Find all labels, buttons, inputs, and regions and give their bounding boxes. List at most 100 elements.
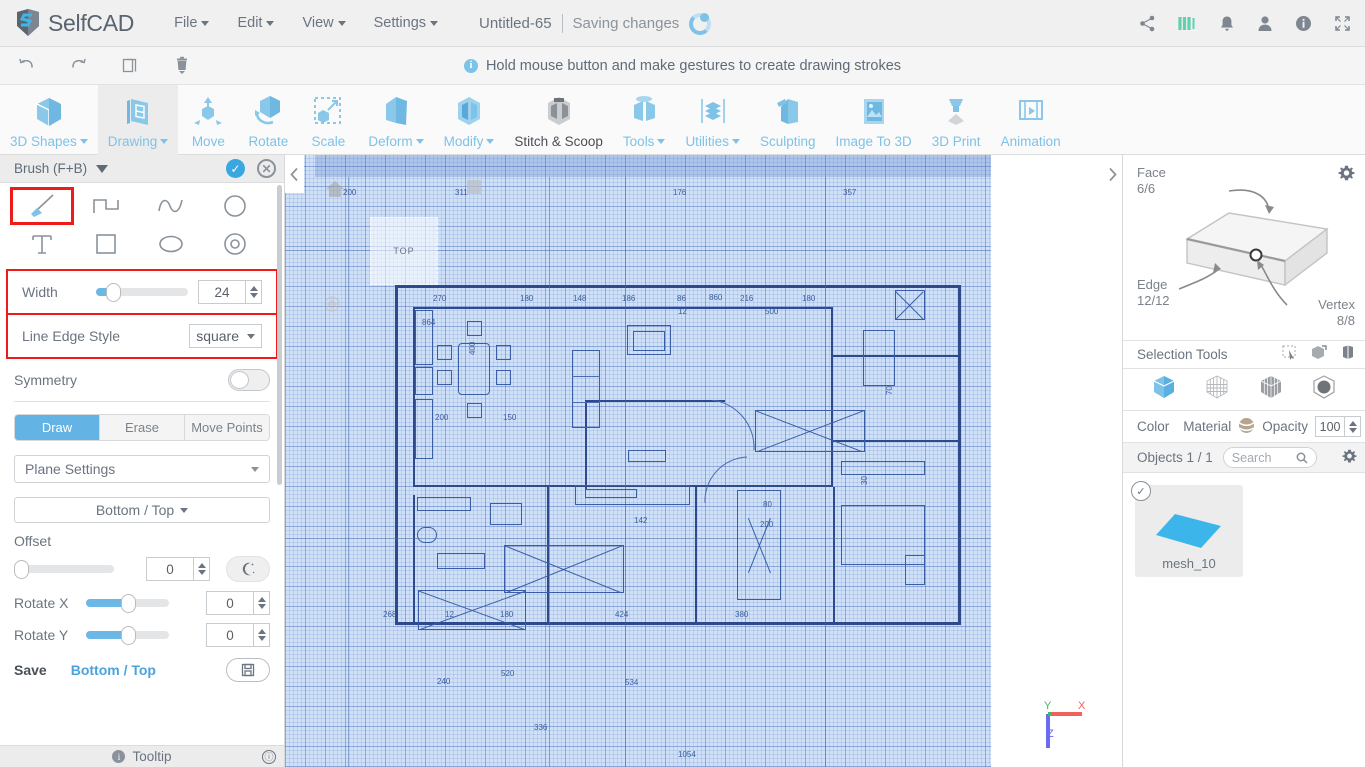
fullscreen-icon[interactable] [1334, 15, 1351, 32]
redo-button[interactable] [52, 47, 104, 85]
tooltip-toggle-button[interactable]: ⓘ [262, 749, 276, 764]
rotate-x-input[interactable]: 0 [206, 591, 254, 615]
grid-gizmo-icon[interactable] [323, 295, 341, 318]
share-icon[interactable] [1139, 15, 1156, 32]
plane-select-button[interactable]: Bottom / Top [14, 497, 270, 523]
x-axis-label: X [1078, 700, 1086, 712]
rotate-y-spinner[interactable] [254, 623, 270, 647]
line-edge-style-select[interactable]: square [189, 324, 262, 348]
tool-scale[interactable]: Scale [298, 85, 358, 155]
tool-drawing[interactable]: Drawing [97, 85, 179, 155]
curve-tool[interactable] [139, 187, 203, 225]
rotate-y-slider[interactable] [86, 626, 170, 645]
app-logo[interactable]: SelfCAD [14, 8, 134, 38]
rotate-x-stepper[interactable]: 0 [206, 591, 270, 615]
plane-reference-marker[interactable]: TOP [370, 217, 438, 285]
width-spinner[interactable] [246, 280, 262, 304]
sphere-material-icon[interactable] [1238, 417, 1255, 437]
furniture-toilet [417, 527, 437, 543]
tool-stitch-scoop[interactable]: Stitch & Scoop [504, 85, 613, 155]
objects-search-input[interactable]: Search [1222, 447, 1317, 468]
box-select-icon[interactable] [1311, 344, 1327, 365]
document-title[interactable]: Untitled-65 [479, 15, 552, 32]
width-slider[interactable] [95, 283, 188, 302]
offset-input[interactable]: 0 [146, 557, 194, 581]
viewport-3d[interactable]: 200 311 176 357 860 270 180 148 186 86 2… [285, 155, 1122, 767]
close-button[interactable]: ✕ [257, 159, 276, 178]
offset-slider[interactable] [14, 560, 114, 579]
ellipse-tool[interactable] [139, 225, 203, 263]
furniture-chair [496, 370, 511, 385]
expand-right-panel-button[interactable] [1103, 155, 1122, 193]
circle-tool[interactable] [203, 187, 267, 225]
undo-button[interactable] [0, 47, 52, 85]
save-button[interactable] [226, 658, 270, 682]
tool-3d-shapes[interactable]: 3D Shapes [0, 85, 98, 155]
tool-animation[interactable]: Animation [991, 85, 1071, 155]
delete-button[interactable] [156, 47, 208, 85]
text-tool[interactable] [10, 225, 74, 263]
object-card-mesh-10[interactable]: ✓ mesh_10 [1131, 481, 1243, 577]
objects-settings-icon[interactable] [1342, 449, 1357, 467]
ring-tool[interactable] [203, 225, 267, 263]
tool-deform[interactable]: Deform [358, 85, 433, 155]
offset-stepper[interactable]: 0 [146, 557, 210, 581]
user-icon[interactable] [1257, 15, 1273, 32]
rotate-x-slider[interactable] [86, 594, 170, 613]
offset-spinner[interactable] [194, 557, 210, 581]
medium-icon[interactable] [1178, 14, 1197, 33]
plane-settings-select[interactable]: Plane Settings [14, 455, 270, 483]
width-input[interactable]: 24 [198, 280, 246, 304]
menu-settings[interactable]: Settings [360, 9, 452, 37]
tool-modify[interactable]: Modify [434, 85, 505, 155]
tool-sculpting[interactable]: Sculpting [750, 85, 826, 155]
info-icon[interactable] [1295, 15, 1312, 32]
tool-rotate[interactable]: Rotate [238, 85, 298, 155]
object-select-icon[interactable] [1151, 374, 1177, 405]
rotate-y-input[interactable]: 0 [206, 623, 254, 647]
brush-tool[interactable] [10, 187, 75, 225]
object-name: mesh_10 [1162, 556, 1216, 571]
opacity-input[interactable]: 100 [1315, 416, 1346, 437]
mode-draw[interactable]: Draw [15, 415, 100, 440]
tool-move[interactable]: Move [178, 85, 238, 155]
mode-move-points[interactable]: Move Points [185, 415, 269, 440]
symmetry-toggle[interactable] [228, 369, 270, 391]
marker-gizmo-icon[interactable] [467, 180, 481, 194]
rect-select-icon[interactable] [1282, 344, 1297, 365]
paint-select-icon[interactable] [1341, 345, 1355, 365]
menu-view[interactable]: View [288, 9, 359, 37]
home-gizmo-icon[interactable] [325, 180, 345, 203]
object-selected-checkbox[interactable]: ✓ [1131, 481, 1151, 501]
mode-erase[interactable]: Erase [100, 415, 185, 440]
polyline-tool[interactable] [74, 187, 138, 225]
edge-select-icon[interactable] [1311, 374, 1337, 405]
menu-file[interactable]: File [160, 9, 223, 37]
rectangle-tool[interactable] [74, 225, 138, 263]
scrollbar-thumb[interactable] [277, 185, 282, 485]
rotate-y-stepper[interactable]: 0 [206, 623, 270, 647]
menu-edit[interactable]: Edit [223, 9, 288, 37]
tool-utilities[interactable]: Utilities [675, 85, 750, 155]
tool-tools[interactable]: Tools [613, 85, 676, 155]
left-panel-scrollbar[interactable] [277, 185, 282, 745]
offset-reset-button[interactable] [226, 556, 270, 582]
tool-image-to-3d[interactable]: Image To 3D [826, 85, 922, 155]
dimension-label: 200 [343, 188, 357, 197]
vertex-select-icon[interactable] [1204, 374, 1230, 405]
collapse-left-panel-button[interactable] [285, 155, 304, 193]
axis-gizmo[interactable]: X Y Z [1042, 700, 1102, 760]
chevron-down-icon [266, 20, 275, 26]
tool-3d-print[interactable]: 3D Print [922, 85, 991, 155]
save-plane-link[interactable]: Bottom / Top [71, 662, 156, 678]
opacity-stepper[interactable]: 100 [1315, 416, 1362, 437]
bell-icon[interactable] [1219, 15, 1235, 32]
opacity-spinner[interactable] [1345, 416, 1362, 437]
width-stepper[interactable]: 24 [198, 280, 262, 304]
face-select-icon[interactable] [1258, 374, 1284, 405]
confirm-button[interactable]: ✓ [226, 159, 245, 178]
chevron-down-icon[interactable] [96, 164, 109, 173]
copy-button[interactable] [104, 47, 156, 85]
rotate-x-spinner[interactable] [254, 591, 270, 615]
scale-icon [308, 92, 348, 132]
